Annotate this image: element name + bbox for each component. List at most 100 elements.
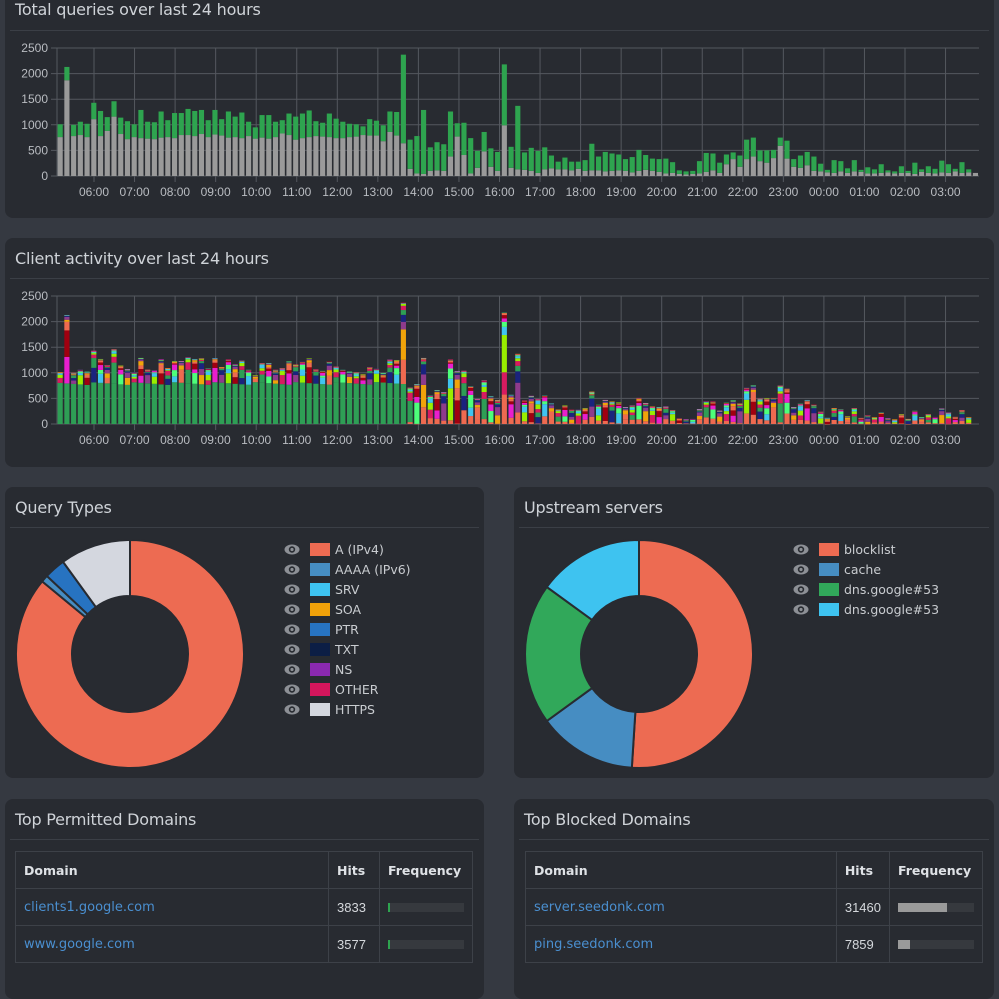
bar-segment[interactable] bbox=[239, 369, 245, 379]
bar-segment[interactable] bbox=[407, 391, 413, 393]
bar-segment[interactable] bbox=[737, 406, 743, 408]
bar-segment[interactable] bbox=[764, 405, 770, 409]
bar-segment[interactable] bbox=[468, 387, 474, 391]
bar-segment[interactable] bbox=[488, 404, 494, 412]
bar-segment[interactable] bbox=[710, 405, 716, 410]
bar-segment[interactable] bbox=[575, 168, 581, 176]
bar-segment[interactable] bbox=[892, 421, 898, 423]
bar-segment[interactable] bbox=[434, 170, 440, 176]
bar-segment[interactable] bbox=[602, 151, 608, 172]
bar-segment[interactable] bbox=[878, 172, 884, 176]
bar-segment[interactable] bbox=[569, 422, 575, 424]
bar-segment[interactable] bbox=[770, 399, 777, 402]
bar-segment[interactable] bbox=[851, 411, 857, 414]
bar-segment[interactable] bbox=[575, 409, 581, 411]
bar-segment[interactable] bbox=[555, 161, 561, 170]
bar-segment[interactable] bbox=[824, 169, 830, 173]
bar-segment[interactable] bbox=[124, 372, 131, 378]
bar-segment[interactable] bbox=[791, 409, 797, 413]
bar-segment[interactable] bbox=[84, 371, 90, 373]
bar-segment[interactable] bbox=[851, 413, 857, 417]
bar-segment[interactable] bbox=[306, 362, 312, 368]
bar-segment[interactable] bbox=[367, 368, 373, 371]
bar-segment[interactable] bbox=[158, 364, 164, 374]
bar-segment[interactable] bbox=[905, 418, 911, 420]
legend-item[interactable]: PTR bbox=[284, 619, 411, 639]
bar-segment[interactable] bbox=[501, 125, 507, 176]
bar-segment[interactable] bbox=[643, 404, 649, 405]
bar-segment[interactable] bbox=[400, 329, 406, 360]
bar-segment[interactable] bbox=[609, 153, 615, 171]
bar-segment[interactable] bbox=[757, 404, 763, 408]
bar-segment[interactable] bbox=[387, 361, 393, 364]
bar-segment[interactable] bbox=[703, 152, 709, 172]
bar-segment[interactable] bbox=[501, 313, 507, 316]
bar-segment[interactable] bbox=[616, 170, 622, 176]
bar-segment[interactable] bbox=[239, 366, 245, 370]
bar-segment[interactable] bbox=[212, 359, 218, 361]
bar-segment[interactable] bbox=[905, 170, 911, 173]
bar-segment[interactable] bbox=[414, 396, 420, 403]
bar-segment[interactable] bbox=[919, 417, 925, 418]
bar-segment[interactable] bbox=[111, 351, 117, 354]
bar-segment[interactable] bbox=[831, 416, 837, 421]
bar-segment[interactable] bbox=[858, 169, 864, 172]
bar-segment[interactable] bbox=[818, 413, 824, 417]
bar-segment[interactable] bbox=[151, 370, 157, 371]
bar-segment[interactable] bbox=[118, 366, 124, 369]
bar-segment[interactable] bbox=[696, 409, 703, 410]
bar-segment[interactable] bbox=[690, 419, 696, 422]
bar-segment[interactable] bbox=[871, 422, 878, 424]
bar-segment[interactable] bbox=[723, 407, 729, 412]
bar-segment[interactable] bbox=[636, 405, 642, 420]
bar-segment[interactable] bbox=[488, 396, 494, 397]
bar-segment[interactable] bbox=[198, 357, 205, 359]
bar-segment[interactable] bbox=[838, 414, 844, 421]
bar-segment[interactable] bbox=[811, 404, 817, 406]
bar-segment[interactable] bbox=[185, 359, 191, 363]
bar-segment[interactable] bbox=[966, 419, 972, 423]
bar-segment[interactable] bbox=[421, 109, 427, 174]
bar-segment[interactable] bbox=[252, 378, 258, 383]
bar-segment[interactable] bbox=[495, 170, 501, 176]
bar-segment[interactable] bbox=[838, 411, 844, 415]
bar-segment[interactable] bbox=[562, 421, 568, 424]
bar-segment[interactable] bbox=[400, 305, 406, 311]
bar-segment[interactable] bbox=[858, 420, 864, 422]
bar-segment[interactable] bbox=[797, 155, 804, 168]
bar-segment[interactable] bbox=[326, 363, 332, 366]
bar-segment[interactable] bbox=[521, 404, 528, 407]
bar-segment[interactable] bbox=[77, 373, 83, 376]
bar-segment[interactable] bbox=[542, 169, 548, 176]
bar-segment[interactable] bbox=[131, 372, 137, 373]
bar-segment[interactable] bbox=[333, 372, 339, 378]
bar-segment[interactable] bbox=[818, 413, 824, 414]
bar-segment[interactable] bbox=[831, 413, 837, 417]
bar-segment[interactable] bbox=[515, 361, 521, 366]
bar-segment[interactable] bbox=[703, 404, 709, 408]
bar-segment[interactable] bbox=[717, 421, 723, 424]
bar-segment[interactable] bbox=[259, 115, 265, 138]
bar-segment[interactable] bbox=[326, 137, 332, 176]
bar-segment[interactable] bbox=[97, 382, 104, 424]
bar-segment[interactable] bbox=[831, 420, 837, 424]
bar-segment[interactable] bbox=[636, 399, 642, 402]
bar-segment[interactable] bbox=[124, 370, 131, 372]
bar-segment[interactable] bbox=[131, 376, 137, 379]
bar-segment[interactable] bbox=[528, 422, 534, 424]
bar-segment[interactable] bbox=[892, 171, 898, 174]
bar-segment[interactable] bbox=[340, 374, 346, 383]
bar-segment[interactable] bbox=[804, 401, 810, 405]
bar-segment[interactable] bbox=[602, 407, 608, 421]
bar-segment[interactable] bbox=[104, 365, 110, 366]
bar-segment[interactable] bbox=[84, 372, 90, 374]
bar-segment[interactable] bbox=[602, 399, 608, 401]
bar-segment[interactable] bbox=[407, 139, 413, 169]
bar-segment[interactable] bbox=[225, 360, 231, 363]
bar-segment[interactable] bbox=[64, 315, 70, 317]
bar-segment[interactable] bbox=[454, 373, 460, 375]
bar-segment[interactable] bbox=[131, 378, 137, 383]
bar-segment[interactable] bbox=[616, 405, 622, 409]
bar-segment[interactable] bbox=[696, 173, 703, 176]
bar-segment[interactable] bbox=[198, 361, 205, 364]
